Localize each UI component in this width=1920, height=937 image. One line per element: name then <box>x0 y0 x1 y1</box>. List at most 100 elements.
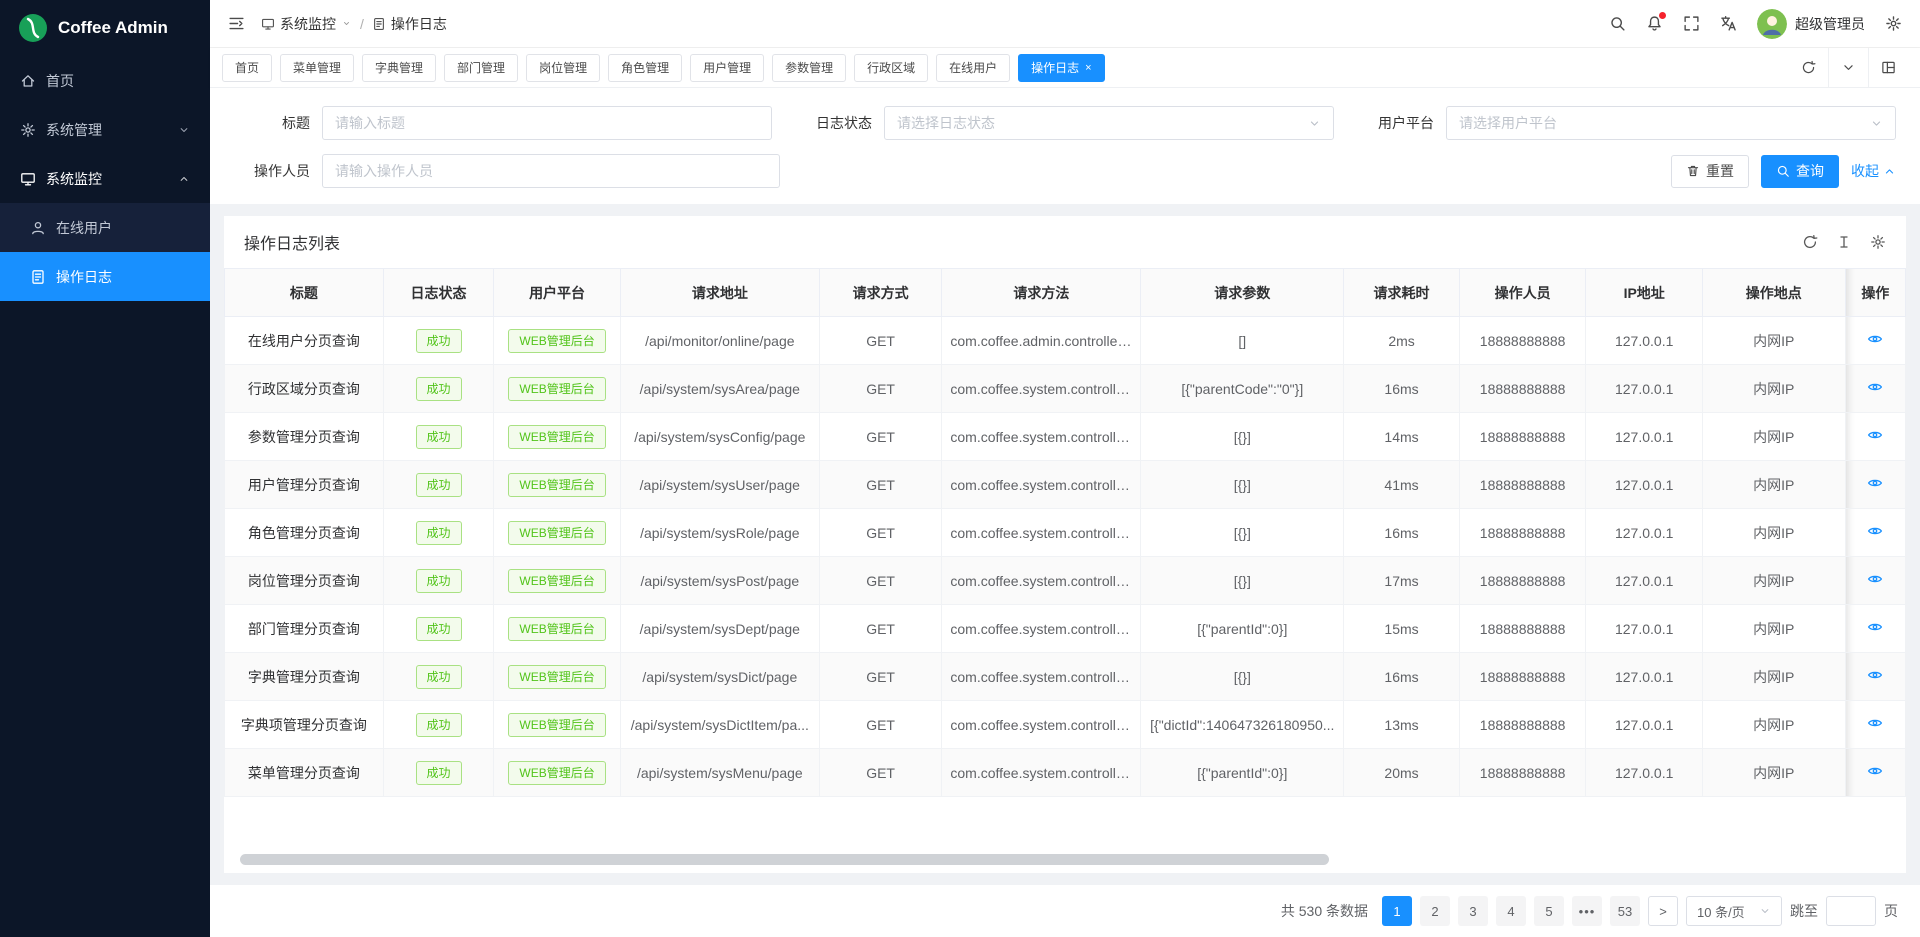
cell-handler: com.coffee.system.controlle... <box>942 365 1141 413</box>
breadcrumb-item-operation-logs[interactable]: 操作日志 <box>372 14 447 34</box>
fullscreen-icon[interactable] <box>1683 15 1700 32</box>
cell-location: 内网IP <box>1702 557 1845 605</box>
cell-method: GET <box>819 557 942 605</box>
monitor-icon <box>261 17 275 31</box>
column-header: 日志状态 <box>383 269 494 317</box>
tab-label: 角色管理 <box>621 59 669 76</box>
page-button-3[interactable]: 3 <box>1458 896 1488 926</box>
tab-item-6[interactable]: 用户管理 <box>690 54 764 82</box>
status-badge: 成功 <box>416 473 462 497</box>
view-detail-button[interactable] <box>1867 379 1883 395</box>
horizontal-scrollbar[interactable] <box>240 854 1890 865</box>
view-detail-button[interactable] <box>1867 715 1883 731</box>
view-detail-button[interactable] <box>1867 619 1883 635</box>
cell-ip: 127.0.0.1 <box>1586 509 1703 557</box>
view-detail-button[interactable] <box>1867 763 1883 779</box>
breadcrumb-item-system-monitor[interactable]: 系统监控 <box>261 14 352 34</box>
tab-item-9[interactable]: 在线用户 <box>936 54 1010 82</box>
tab-item-2[interactable]: 字典管理 <box>362 54 436 82</box>
page-button-2[interactable]: 2 <box>1420 896 1450 926</box>
page-button-53[interactable]: 53 <box>1610 896 1640 926</box>
operator-label: 操作人员 <box>234 161 322 181</box>
app-title: Coffee Admin <box>58 18 168 38</box>
view-detail-button[interactable] <box>1867 667 1883 683</box>
page-button-4[interactable]: 4 <box>1496 896 1526 926</box>
page-ellipsis[interactable]: ••• <box>1572 896 1602 926</box>
cell-duration: 16ms <box>1344 653 1460 701</box>
panel-title: 操作日志列表 <box>244 230 340 254</box>
view-detail-button[interactable] <box>1867 331 1883 347</box>
next-page-button[interactable]: > <box>1648 896 1678 926</box>
view-detail-button[interactable] <box>1867 427 1883 443</box>
cell-handler: com.coffee.system.controlle... <box>942 557 1141 605</box>
page-size-select[interactable]: 10 条/页 <box>1686 896 1782 926</box>
settings-icon[interactable] <box>1885 15 1902 32</box>
chevron-down-icon[interactable] <box>1828 48 1868 87</box>
table-settings-icon[interactable] <box>1870 234 1886 250</box>
tab-item-5[interactable]: 角色管理 <box>608 54 682 82</box>
refresh-icon[interactable] <box>1789 48 1828 87</box>
sidebar-item-online-users[interactable]: 在线用户 <box>0 203 210 252</box>
filter-log-status-field: 日志状态 请选择日志状态 <box>796 106 1334 140</box>
tab-label: 菜单管理 <box>293 59 341 76</box>
jump-page-input[interactable] <box>1826 896 1876 926</box>
panel-header: 操作日志列表 <box>224 216 1906 268</box>
user-menu[interactable]: 超级管理员 <box>1757 9 1865 39</box>
search-icon[interactable] <box>1609 15 1626 32</box>
density-icon[interactable] <box>1836 234 1852 250</box>
logs-table: 标题日志状态用户平台请求地址请求方式请求方法请求参数请求耗时操作人员IP地址操作… <box>224 268 1906 797</box>
cell-ip: 127.0.0.1 <box>1586 413 1703 461</box>
filter-actions: 重置 查询 收起 <box>804 154 1896 188</box>
cell-location: 内网IP <box>1702 365 1845 413</box>
select-placeholder: 请选择用户平台 <box>1459 113 1557 133</box>
cell-url: /api/system/sysPost/page <box>620 557 819 605</box>
reset-button[interactable]: 重置 <box>1671 155 1749 188</box>
scrollbar-thumb[interactable] <box>240 854 1329 865</box>
collapse-sidebar-icon[interactable] <box>228 15 245 32</box>
sidebar-item-home[interactable]: 首页 <box>0 56 210 105</box>
operator-input[interactable] <box>322 154 780 188</box>
view-detail-button[interactable] <box>1867 523 1883 539</box>
tab-tools <box>1789 48 1908 87</box>
title-input[interactable] <box>322 106 772 140</box>
search-button[interactable]: 查询 <box>1761 155 1839 188</box>
tab-item-10[interactable]: 操作日志 × <box>1018 54 1104 82</box>
log-status-select[interactable]: 请选择日志状态 <box>884 106 1334 140</box>
logo-icon <box>18 13 48 43</box>
language-icon[interactable] <box>1720 15 1737 32</box>
cell-location: 内网IP <box>1702 701 1845 749</box>
page-button-5[interactable]: 5 <box>1534 896 1564 926</box>
table-row: 在线用户分页查询成功WEB管理后台/api/monitor/online/pag… <box>225 317 1906 365</box>
cell-location: 内网IP <box>1702 413 1845 461</box>
page-button-1[interactable]: 1 <box>1382 896 1412 926</box>
cell-platform: WEB管理后台 <box>494 413 621 461</box>
log-icon <box>30 269 46 285</box>
tab-item-7[interactable]: 参数管理 <box>772 54 846 82</box>
tab-item-8[interactable]: 行政区域 <box>854 54 928 82</box>
layout-icon[interactable] <box>1868 48 1908 87</box>
refresh-icon[interactable] <box>1802 234 1818 250</box>
tab-item-1[interactable]: 菜单管理 <box>280 54 354 82</box>
cell-url: /api/system/sysDictItem/pa... <box>620 701 819 749</box>
notifications-button[interactable] <box>1646 15 1663 32</box>
platform-badge: WEB管理后台 <box>508 713 605 737</box>
tab-item-0[interactable]: 首页 <box>222 54 272 82</box>
sidebar-item-system-monitor[interactable]: 系统监控 <box>0 154 210 203</box>
collapse-filter-button[interactable]: 收起 <box>1851 161 1896 181</box>
view-detail-button[interactable] <box>1867 475 1883 491</box>
sidebar-item-operation-logs[interactable]: 操作日志 <box>0 252 210 301</box>
cell-title: 菜单管理分页查询 <box>225 749 384 797</box>
tab-item-3[interactable]: 部门管理 <box>444 54 518 82</box>
view-detail-button[interactable] <box>1867 571 1883 587</box>
tab-item-4[interactable]: 岗位管理 <box>526 54 600 82</box>
cell-platform: WEB管理后台 <box>494 605 621 653</box>
cell-location: 内网IP <box>1702 653 1845 701</box>
tab-label: 操作日志 <box>1031 59 1079 76</box>
cell-url: /api/system/sysMenu/page <box>620 749 819 797</box>
close-icon[interactable]: × <box>1085 62 1091 74</box>
sidebar-item-system-management[interactable]: 系统管理 <box>0 105 210 154</box>
table-row: 部门管理分页查询成功WEB管理后台/api/system/sysDept/pag… <box>225 605 1906 653</box>
user-platform-select[interactable]: 请选择用户平台 <box>1446 106 1896 140</box>
user-icon <box>30 220 46 236</box>
tab-label: 用户管理 <box>703 59 751 76</box>
